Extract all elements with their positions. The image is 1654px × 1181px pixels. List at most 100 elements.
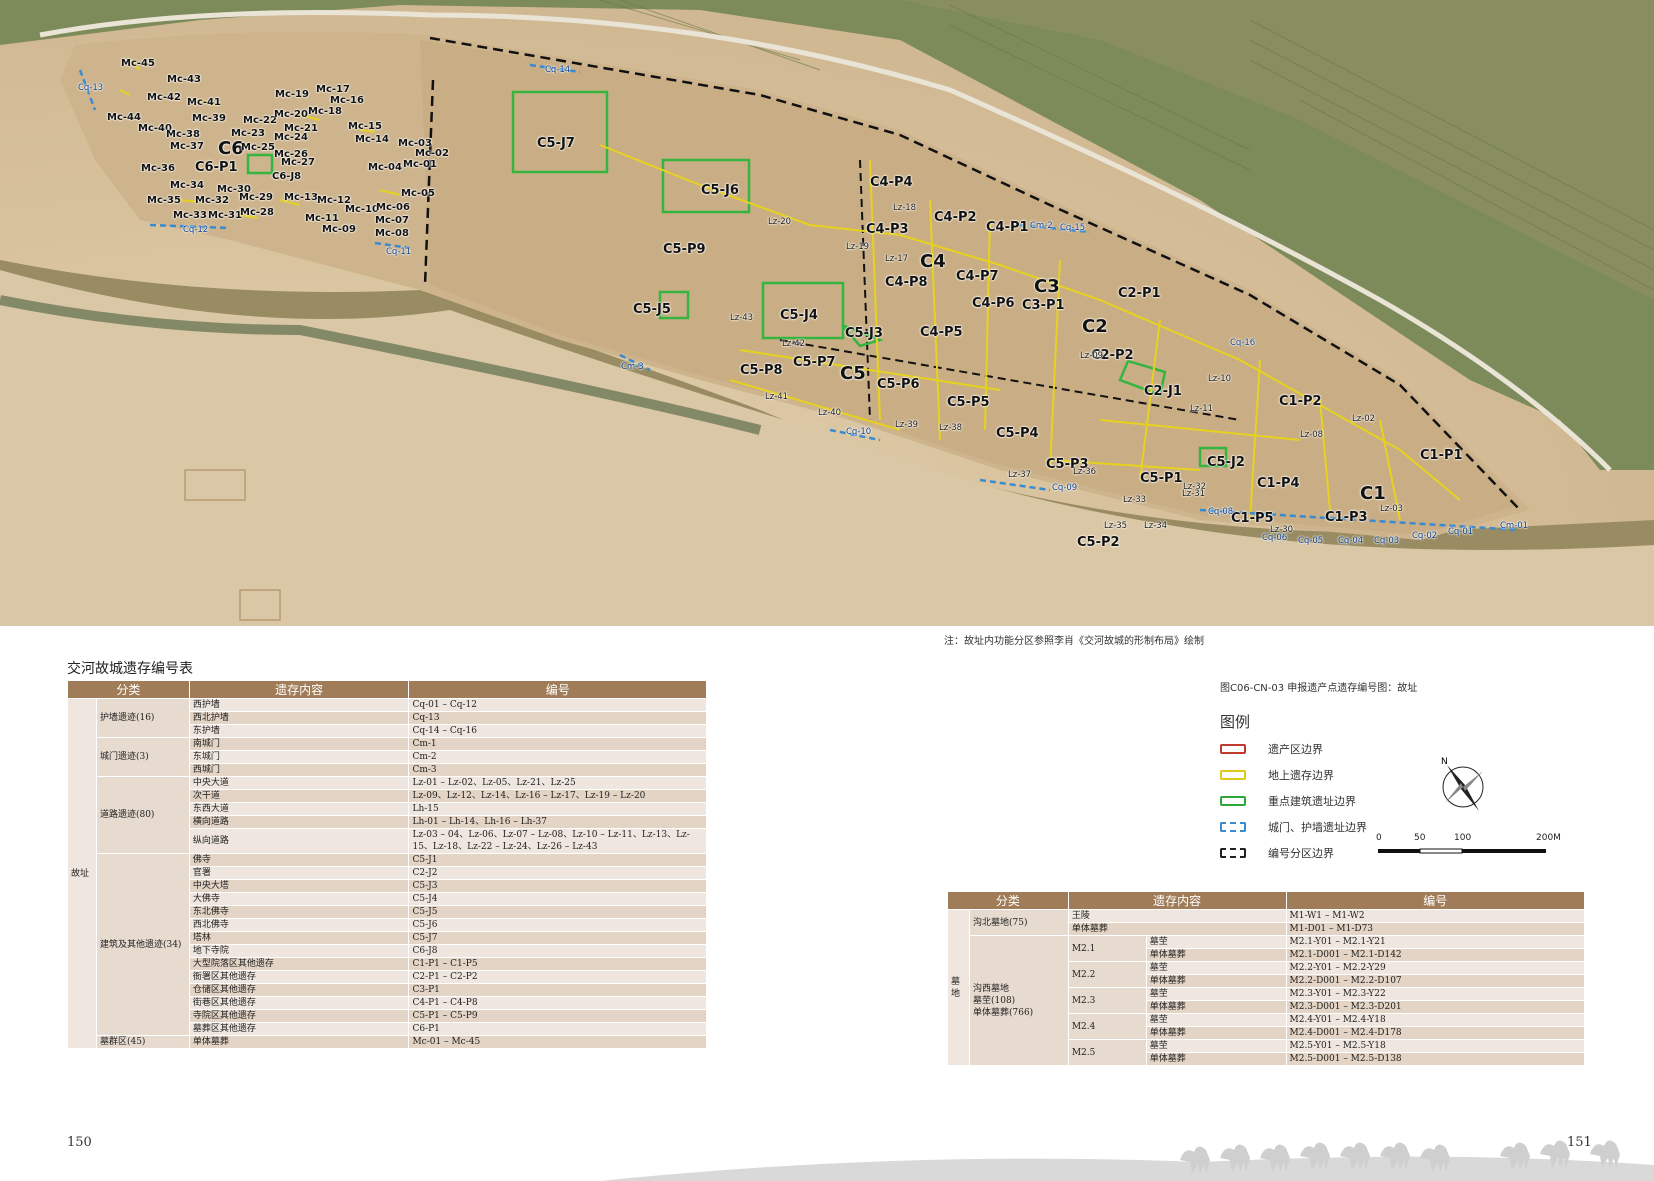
table-title: 交河故城遗存编号表	[67, 661, 193, 677]
road-label: Lz-08	[1300, 430, 1324, 440]
tomb-label: Mc-07	[375, 215, 409, 226]
area-label: C4-P5	[920, 325, 963, 340]
heritage-number-table: 分类 遗存内容 编号 故址 护墙遗迹(16) 西护墙 Cq-01 – Cq-12 西北护…	[67, 680, 707, 1049]
area-label: C5-P9	[663, 242, 706, 257]
number-cell: Lz-03 – 04、Lz-06、Lz-07 – Lz-08、Lz-10 – L…	[408, 828, 707, 854]
road-label: Lz-43	[730, 313, 754, 323]
tomb-label: Mc-44	[107, 112, 141, 123]
tomb-label: Mc-37	[170, 141, 204, 152]
scale-label: 50	[1414, 833, 1426, 843]
content-cell: 西北佛寺	[188, 918, 410, 932]
tomb-label: Mc-28	[240, 207, 274, 218]
legend-label: 遗产区边界	[1268, 743, 1323, 756]
content-cell: 地下寺院	[188, 944, 410, 958]
table-row: 城门遗迹(3) 南城门 Cm-1	[68, 737, 707, 777]
area-label: C1-P5	[1231, 511, 1274, 526]
wall-label: Cq-03	[1374, 536, 1400, 546]
content-cell: 纵向道路	[188, 828, 410, 854]
road-label: Lz-35	[1104, 521, 1128, 531]
wall-label: Cm-3	[621, 362, 644, 372]
zone-label: C1	[1360, 483, 1386, 504]
road-label: Lz-37	[1008, 470, 1032, 480]
number-cell: M1-D01 – M1-D73	[1285, 922, 1585, 936]
col-header: 编号	[1285, 891, 1585, 910]
wall-label: Cq-01	[1448, 527, 1474, 537]
wall-label: Cq-10	[846, 427, 872, 437]
number-cell: C1-P1 – C1-P5	[408, 957, 707, 971]
content-cell: 王陵	[1067, 909, 1287, 923]
tomb-label: Mc-33	[173, 210, 207, 221]
map-note: 注：故址内功能分区参照李肖《交河故城的形制布局》绘制	[944, 636, 1204, 647]
area-label: C1-P1	[1420, 448, 1463, 463]
area-label: C4-P7	[956, 269, 999, 284]
legend-item: 遗产区边界	[1220, 739, 1323, 759]
tomb-label: Mc-36	[141, 163, 175, 174]
tomb-label: Mc-31	[208, 210, 242, 221]
tomb-label: Mc-18	[308, 106, 342, 117]
heritage-boundary-swatch	[1220, 744, 1246, 754]
number-cell: M2.4-D001 – M2.4-D178	[1285, 1026, 1585, 1040]
number-cell: C5-J7	[408, 931, 707, 945]
tomb-label: Mc-38	[166, 129, 200, 140]
content-cell: 墓茔	[1145, 987, 1287, 1001]
tomb-label: Mc-11	[305, 213, 339, 224]
tomb-label: Mc-06	[376, 202, 410, 213]
zone-label: C3	[1034, 276, 1060, 297]
road-label: Lz-17	[885, 254, 909, 264]
content-cell: 西护墙	[188, 698, 410, 712]
area-label: C5-P5	[947, 395, 990, 410]
area-label: C5-P2	[1077, 535, 1120, 550]
content-cell: 单体墓葬	[188, 1035, 410, 1049]
category-cell: 墓地	[947, 909, 970, 1066]
group-cell: 建筑及其他遗迹(34)	[95, 853, 190, 1036]
content-cell: 单体墓葬	[1145, 1000, 1287, 1014]
figure-caption: 图C06-CN-03 申报遗产点遗存编号图：故址	[1220, 683, 1418, 694]
content-cell: 单体墓葬	[1145, 948, 1287, 962]
tomb-label: Mc-43	[167, 74, 201, 85]
road-label: Lz-19	[846, 242, 870, 252]
content-cell: 大型院落区其他遗存	[188, 957, 410, 971]
subgroup-cell: M2.1	[1067, 935, 1147, 962]
content-cell: 墓茔	[1145, 935, 1287, 949]
area-label: C1-P2	[1279, 394, 1322, 409]
group-cell: 道路遗迹(80)	[95, 776, 190, 854]
wall-label: Cq-05	[1298, 536, 1324, 546]
zone-boundary-swatch	[1220, 848, 1246, 858]
wall-label: Cm-2	[1030, 221, 1053, 231]
scale-bar-graphic	[1378, 848, 1546, 854]
road-label: Lz-11	[1190, 404, 1214, 414]
area-label: C5-J6	[701, 183, 739, 198]
area-label: C6-P1	[195, 160, 238, 175]
key-building-swatch	[1220, 796, 1246, 806]
wall-label: Cq-12	[183, 225, 209, 235]
number-cell: C3-P1	[408, 983, 707, 997]
tomb-label: Mc-19	[275, 89, 309, 100]
zone-label: C4	[920, 251, 946, 272]
group-cell: 护墙遗迹(16)	[95, 698, 190, 738]
legend-title: 图例	[1220, 713, 1251, 731]
number-cell: M2.2-D001 – M2.2-D107	[1285, 974, 1585, 988]
road-label: Lz-09	[1080, 351, 1104, 361]
number-cell: Cm-1	[408, 737, 707, 751]
area-label: C1-P3	[1325, 510, 1368, 525]
content-cell: 西北护墙	[188, 711, 410, 725]
number-cell: M2.3-D001 – M2.3-D201	[1285, 1000, 1585, 1014]
content-cell: 单体墓葬	[1145, 974, 1287, 988]
table-row: 沟西墓地 墓茔(108) 单体墓葬(766) M2.1 墓茔 M2.1-Y01 – M2.…	[948, 935, 1585, 1066]
col-header: 遗存内容	[1067, 891, 1287, 910]
tomb-label: Mc-13	[284, 192, 318, 203]
number-cell: C5-P1 – C5-P9	[408, 1009, 707, 1023]
tomb-label: Mc-02	[415, 148, 449, 159]
content-cell: 仓储区其他遗存	[188, 983, 410, 997]
content-cell: 南城门	[188, 737, 410, 751]
tomb-label: Mc-35	[147, 195, 181, 206]
north-label: N	[1441, 757, 1448, 767]
content-cell: 单体墓葬	[1067, 922, 1287, 936]
zone-label: C5	[840, 363, 866, 384]
road-label: Lz-33	[1123, 495, 1147, 505]
col-header: 编号	[408, 680, 707, 699]
area-label: C5-J4	[780, 308, 818, 323]
subgroup-cell: M2.3	[1067, 987, 1147, 1014]
area-label: C5-P4	[996, 426, 1039, 441]
number-cell: Lz-01 – Lz-02、Lz-05、Lz-21、Lz-25	[408, 776, 707, 790]
